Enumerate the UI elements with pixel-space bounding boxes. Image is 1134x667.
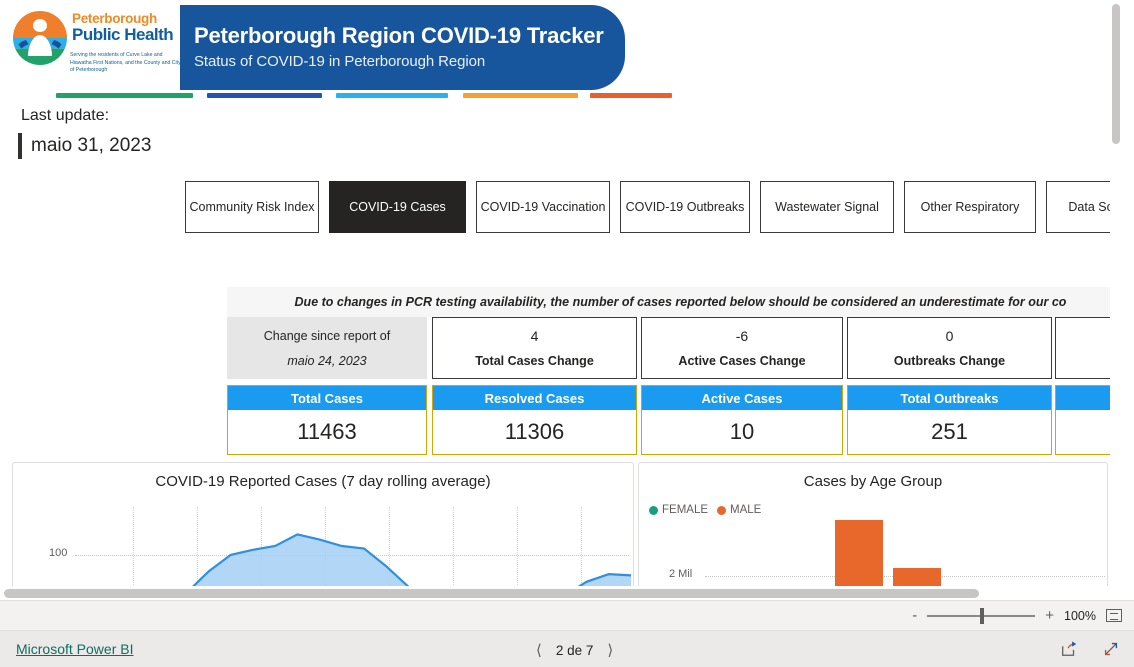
kpi-card: Total Cases 11463 — [227, 385, 427, 455]
change-since-box: Change since report of maio 24, 2023 — [227, 317, 427, 379]
canvas-vertical-scrollbar-thumb[interactable] — [1112, 4, 1120, 144]
delta-label: Total Cases Change — [475, 354, 594, 368]
change-since-line2: maio 24, 2023 — [287, 353, 367, 368]
accent-stripe — [463, 93, 578, 98]
zoom-out-button[interactable]: - — [912, 607, 917, 624]
power-bi-report-viewer: Peterborough Public Health Serving the r… — [0, 0, 1134, 667]
kpi-card-title: Resolved Cases — [433, 386, 636, 410]
last-update-value: maio 31, 2023 — [31, 135, 152, 156]
page-navigation: ⟨ 2 de 7 ⟩ — [536, 641, 613, 659]
chevron-right-icon[interactable]: ⟩ — [607, 641, 613, 659]
kpi-card: Total Outbreaks 251 — [847, 385, 1052, 455]
canvas-horizontal-scrollbar[interactable] — [0, 586, 1122, 600]
logo-wordmark: Peterborough Public Health — [72, 12, 178, 44]
report-canvas: Peterborough Public Health Serving the r… — [0, 0, 1122, 600]
legend-item[interactable]: FEMALE — [649, 504, 708, 516]
age-group-y-tick-2mil: 2 Mil — [669, 568, 693, 580]
delta-value: 0 — [945, 328, 954, 344]
tab-label: Community Risk Index — [189, 200, 315, 214]
legend-label: MALE — [730, 504, 762, 516]
kpi-card-title: Active Cases — [642, 386, 842, 410]
legend-color-dot — [649, 505, 658, 515]
accent-stripe — [56, 93, 193, 98]
last-update-value-group: maio 31, 2023 — [18, 133, 151, 159]
legend-color-dot — [717, 505, 727, 515]
kpi-card-value: 11306 — [504, 419, 565, 444]
canvas-vertical-scrollbar[interactable] — [1110, 0, 1122, 600]
kpi-card-value: 10 — [729, 419, 755, 444]
zoom-slider[interactable] — [927, 607, 1036, 624]
chevron-left-icon[interactable]: ⟨ — [536, 641, 542, 659]
fit-to-page-icon[interactable] — [1106, 609, 1122, 622]
kpi-card-title: Total Cases — [228, 386, 426, 410]
accent-stripes — [56, 93, 672, 98]
tab-covid-19-vaccination[interactable]: COVID-19 Vaccination — [476, 181, 610, 233]
cases-by-age-group-legend: FEMALE MALE — [649, 504, 761, 516]
change-since-line1: Change since report of — [263, 328, 391, 343]
page-subtitle: Status of COVID-19 in Peterborough Regio… — [194, 53, 486, 70]
tab-label: Other Respiratory — [920, 200, 1020, 214]
delta-card: 4 Total Cases Change — [432, 317, 637, 379]
tab-label: Data So — [1068, 200, 1114, 214]
fullscreen-icon[interactable] — [1102, 640, 1120, 658]
kpi-card-value: 11463 — [297, 419, 357, 444]
zoom-slider-thumb[interactable] — [980, 607, 985, 624]
accent-stripe — [207, 93, 322, 98]
accent-stripe — [590, 93, 672, 98]
delta-value: 4 — [530, 328, 539, 344]
report-footer: Microsoft Power BI ⟨ 2 de 7 ⟩ — [0, 630, 1134, 667]
legend-item[interactable]: MALE — [717, 504, 761, 516]
delta-card: 0 Outbreaks Change — [847, 317, 1052, 379]
kpi-card: Active Cases 10 — [641, 385, 843, 455]
share-icon[interactable] — [1060, 640, 1078, 658]
last-update-accent-bar — [18, 133, 22, 159]
reported-cases-chart-title: COVID-19 Reported Cases (7 day rolling a… — [155, 473, 491, 490]
microsoft-power-bi-link[interactable]: Microsoft Power BI — [16, 641, 133, 657]
reported-cases-y-tick-100: 100 — [49, 547, 68, 559]
page-title: Peterborough Region COVID-19 Tracker — [194, 23, 604, 48]
tab-community-risk-index[interactable]: Community Risk Index — [185, 181, 319, 233]
canvas-horizontal-scrollbar-thumb[interactable] — [4, 589, 979, 598]
tab-covid-19-cases[interactable]: COVID-19 Cases — [329, 181, 466, 233]
reported-cases-chart-panel: COVID-19 Reported Cases (7 day rolling a… — [12, 462, 634, 600]
delta-card: -6 Active Cases Change — [641, 317, 843, 379]
pcr-testing-disclaimer: Due to changes in PCR testing availabili… — [227, 287, 1122, 317]
zoom-in-button[interactable]: + — [1045, 607, 1054, 624]
tab-wastewater-signal[interactable]: Wastewater Signal — [760, 181, 894, 233]
peterborough-public-health-logo: Peterborough Public Health Serving the r… — [12, 8, 181, 96]
zoom-level-label: 100% — [1064, 608, 1096, 623]
logo-mark-icon — [13, 11, 67, 65]
tab-other-respiratory[interactable]: Other Respiratory — [904, 181, 1036, 233]
tab-label: Wastewater Signal — [775, 200, 879, 214]
kpi-card-value: 251 — [931, 419, 968, 444]
delta-label: Active Cases Change — [678, 354, 806, 368]
accent-stripe — [336, 93, 448, 98]
last-update-label: Last update: — [21, 107, 110, 124]
report-tab-strip: Community Risk Index COVID-19 Cases COVID-… — [185, 181, 1122, 233]
report-header: Peterborough Public Health Serving the r… — [0, 0, 672, 102]
kpi-card: Resolved Cases 11306 — [432, 385, 637, 455]
tab-covid-19-outbreaks[interactable]: COVID-19 Outbreaks — [620, 181, 750, 233]
logo-org-line2: Public Health — [72, 25, 174, 44]
tab-label: COVID-19 Outbreaks — [625, 200, 745, 214]
legend-label: FEMALE — [662, 504, 709, 516]
page-indicator: 2 de 7 — [555, 642, 594, 658]
tab-label: COVID-19 Vaccination — [480, 200, 606, 214]
delta-value: -6 — [735, 328, 749, 344]
cases-by-age-group-panel: Cases by Age Group FEMALEMALE Count 2 Mi… — [638, 462, 1108, 600]
logo-org-line1: Peterborough — [72, 11, 157, 26]
logo-tagline: Serving the residents of Curve Lake and … — [70, 52, 181, 74]
report-title-banner: Peterborough Region COVID-19 Tracker Sta… — [180, 5, 625, 90]
cases-by-age-group-title: Cases by Age Group — [803, 473, 943, 490]
zoom-toolbar: - + 100% — [0, 600, 1134, 630]
tab-label: COVID-19 Cases — [349, 200, 446, 214]
footer-actions — [1060, 640, 1120, 658]
delta-label: Outbreaks Change — [893, 354, 1006, 368]
kpi-card-title: Total Outbreaks — [848, 386, 1051, 410]
kpi-strip: Change since report of maio 24, 2023 4 Tota… — [227, 317, 1122, 455]
